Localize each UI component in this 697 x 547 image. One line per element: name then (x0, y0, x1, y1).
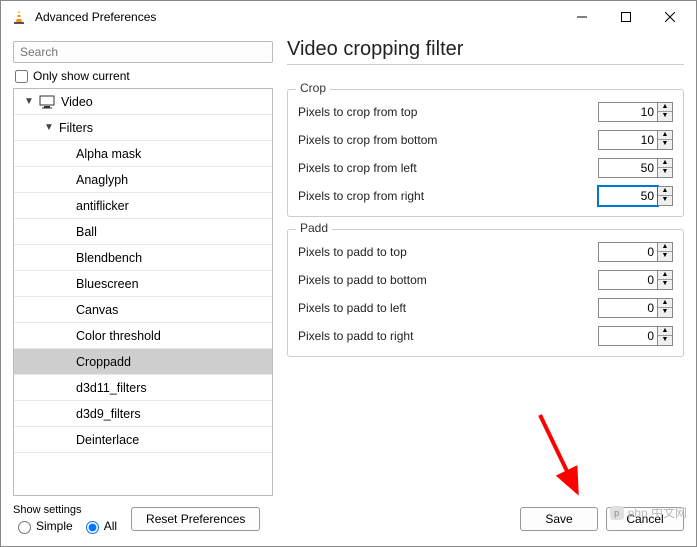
crop-group: Crop Pixels to crop from top▲▼Pixels to … (287, 89, 684, 217)
field-label: Pixels to crop from left (298, 161, 598, 175)
chevron-down-icon: ▼ (42, 122, 56, 133)
chevron-down-icon: ▼ (22, 96, 36, 107)
tree-item[interactable]: Alpha mask (14, 141, 272, 167)
field-label: Pixels to crop from top (298, 105, 598, 119)
field-label: Pixels to padd to left (298, 301, 598, 315)
close-button[interactable] (648, 3, 692, 31)
field-label: Pixels to crop from bottom (298, 133, 598, 147)
tree-item[interactable]: Croppadd (14, 349, 272, 375)
field-row: Pixels to crop from left ▲▼ (298, 158, 673, 178)
field-label: Pixels to crop from right (298, 189, 598, 203)
spin-up-icon[interactable]: ▲ (658, 243, 672, 252)
tree-item[interactable]: Canvas (14, 297, 272, 323)
spin-down-icon[interactable]: ▼ (658, 336, 672, 345)
padd-group: Padd Pixels to padd to top▲▼Pixels to pa… (287, 229, 684, 357)
tree-item[interactable]: Blendbench (14, 245, 272, 271)
maximize-button[interactable] (604, 3, 648, 31)
vlc-icon (11, 9, 27, 25)
minimize-button[interactable] (560, 3, 604, 31)
spin-down-icon[interactable]: ▼ (658, 112, 672, 121)
spin-up-icon[interactable]: ▲ (658, 299, 672, 308)
radio-all[interactable]: All (81, 518, 117, 534)
only-show-current-checkbox[interactable]: Only show current (13, 69, 273, 83)
field-row: Pixels to padd to top ▲▼ (298, 242, 673, 262)
radio-simple[interactable]: Simple (13, 518, 73, 534)
spin-input[interactable] (598, 130, 658, 150)
spin-down-icon[interactable]: ▼ (658, 196, 672, 205)
spin-down-icon[interactable]: ▼ (658, 140, 672, 149)
tree-item[interactable]: d3d11_filters (14, 375, 272, 401)
field-row: Pixels to padd to left ▲▼ (298, 298, 673, 318)
spin-input[interactable] (598, 242, 658, 262)
panel-divider (287, 64, 684, 65)
tree-item-filters[interactable]: ▼ Filters (14, 115, 272, 141)
show-settings-label: Show settings (13, 504, 117, 516)
spin-up-icon[interactable]: ▲ (658, 159, 672, 168)
preferences-tree[interactable]: ▼ Video ▼ Filters Alpha maskAnaglyphanti… (13, 88, 273, 496)
tree-item[interactable]: d3d9_filters (14, 401, 272, 427)
spin-input[interactable] (598, 158, 658, 178)
spin-up-icon[interactable]: ▲ (658, 131, 672, 140)
field-row: Pixels to crop from right ▲▼ (298, 186, 673, 206)
reset-preferences-button[interactable]: Reset Preferences (131, 507, 260, 531)
spin-down-icon[interactable]: ▼ (658, 308, 672, 317)
spin-input[interactable] (598, 270, 658, 290)
window-title: Advanced Preferences (35, 10, 560, 24)
spin-input[interactable] (598, 186, 658, 206)
field-row: Pixels to padd to bottom ▲▼ (298, 270, 673, 290)
tree-item[interactable]: antiflicker (14, 193, 272, 219)
field-label: Pixels to padd to top (298, 245, 598, 259)
spin-input[interactable] (598, 102, 658, 122)
spin-down-icon[interactable]: ▼ (658, 168, 672, 177)
spin-up-icon[interactable]: ▲ (658, 327, 672, 336)
save-button[interactable]: Save (520, 507, 598, 531)
spin-input[interactable] (598, 326, 658, 346)
panel-title: Video cropping filter (287, 38, 684, 61)
crop-legend: Crop (296, 81, 330, 95)
field-row: Pixels to crop from bottom ▲▼ (298, 130, 673, 150)
tree-item[interactable]: Ball (14, 219, 272, 245)
tree-item[interactable]: Deinterlace (14, 427, 272, 453)
spin-down-icon[interactable]: ▼ (658, 280, 672, 289)
field-row: Pixels to crop from top ▲▼ (298, 102, 673, 122)
field-label: Pixels to padd to bottom (298, 273, 598, 287)
field-label: Pixels to padd to right (298, 329, 598, 343)
tree-item[interactable]: Color threshold (14, 323, 272, 349)
search-input[interactable] (13, 41, 273, 63)
tree-item-video[interactable]: ▼ Video (14, 89, 272, 115)
padd-legend: Padd (296, 221, 332, 235)
monitor-icon (39, 94, 55, 110)
spin-up-icon[interactable]: ▲ (658, 187, 672, 196)
spin-down-icon[interactable]: ▼ (658, 252, 672, 261)
spin-up-icon[interactable]: ▲ (658, 271, 672, 280)
cancel-button[interactable]: Cancel (606, 507, 684, 531)
field-row: Pixels to padd to right ▲▼ (298, 326, 673, 346)
tree-item[interactable]: Anaglyph (14, 167, 272, 193)
titlebar: Advanced Preferences (1, 1, 696, 33)
tree-item[interactable]: Bluescreen (14, 271, 272, 297)
spin-up-icon[interactable]: ▲ (658, 103, 672, 112)
spin-input[interactable] (598, 298, 658, 318)
